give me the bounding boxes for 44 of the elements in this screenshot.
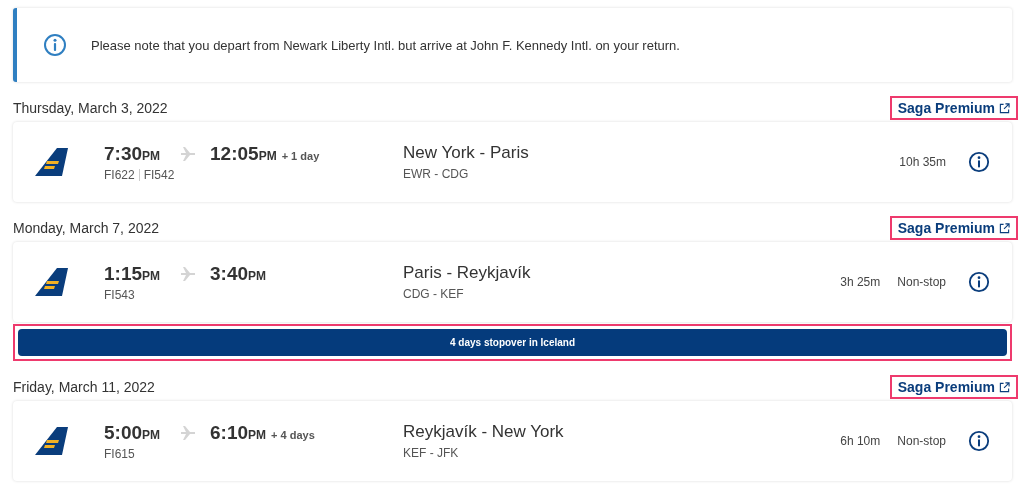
airplane-icon (180, 265, 197, 282)
external-link-icon (999, 222, 1010, 234)
flight-number: FI542 (143, 167, 175, 182)
fare-link[interactable]: Saga Premium (889, 216, 1018, 240)
flight-duration: 10h 35m (899, 155, 946, 169)
tail-logo-icon (33, 147, 69, 177)
airport-codes: CDG - KEF (403, 287, 465, 301)
flight-number: FI622 (104, 167, 135, 182)
flight-number: FI543 (104, 287, 135, 302)
info-icon[interactable] (968, 271, 990, 293)
day-offset: + 4 days (271, 428, 315, 441)
arrival-time: 6:10PM (210, 421, 267, 444)
info-icon (43, 33, 67, 57)
stops-label: Non-stop (897, 434, 946, 448)
flight-duration: 3h 25m (840, 275, 881, 289)
fare-link[interactable]: Saga Premium (889, 375, 1018, 399)
date-heading: Friday, March 11, 2022 (13, 379, 155, 397)
departure-time: 1:15PM (104, 262, 161, 285)
route-name: Reykjavík - New York (403, 422, 565, 442)
airplane-icon (180, 424, 197, 441)
departure-time: 5:00PM (104, 421, 161, 444)
arrival-time: 12:05PM (210, 142, 277, 165)
route-name: Paris - Reykjavík (403, 263, 532, 283)
flight-duration: 6h 10m (840, 434, 881, 448)
info-icon[interactable] (968, 430, 990, 452)
stopover-banner: 4 days stopover in Iceland (18, 329, 1007, 356)
day-offset: + 1 day (281, 149, 320, 162)
tail-logo-icon (33, 267, 69, 297)
tail-logo-icon (33, 426, 69, 456)
airport-codes: KEF - JFK (403, 446, 460, 460)
arrival-time: 3:40PM (210, 262, 267, 285)
fare-link[interactable]: Saga Premium (889, 96, 1018, 120)
notice-text: Please note that you depart from Newark Liberty Intl. but arrive at John F. Kennedy Intl. on your return. (91, 37, 680, 53)
departure-time: 7:30PM (104, 142, 161, 165)
flight-number: FI615 (104, 446, 135, 461)
airplane-icon (180, 145, 197, 162)
date-heading: Monday, March 7, 2022 (13, 220, 160, 238)
stops-label: Non-stop (897, 275, 946, 289)
route-name: New York - Paris (403, 143, 530, 163)
external-link-icon (999, 381, 1010, 393)
airport-codes: EWR - CDG (403, 167, 470, 181)
date-heading: Thursday, March 3, 2022 (13, 100, 168, 118)
info-icon[interactable] (968, 151, 990, 173)
external-link-icon (999, 102, 1010, 114)
